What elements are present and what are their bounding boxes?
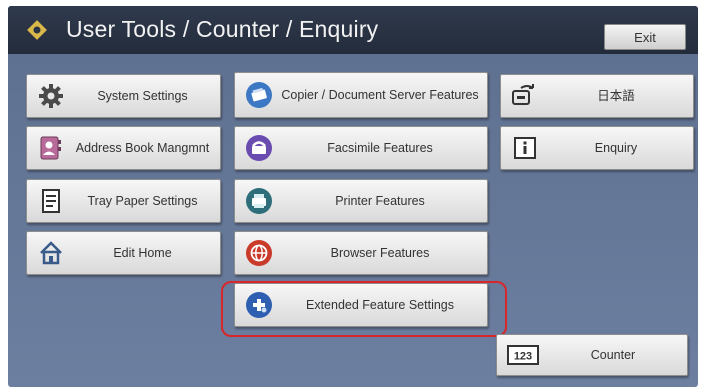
browser-features-button[interactable]: Browser Features — [234, 231, 488, 275]
facsimile-features-button[interactable]: Facsimile Features — [234, 126, 488, 170]
button-label: Copier / Document Server Features — [281, 88, 479, 102]
button-label: 日本語 — [597, 89, 635, 103]
home-icon — [37, 239, 65, 267]
exit-button[interactable]: Exit — [604, 24, 686, 50]
tray-paper-settings-button[interactable]: Tray Paper Settings — [26, 179, 221, 223]
copier-document-server-features-button[interactable]: Copier / Document Server Features — [234, 72, 488, 118]
highlight-box — [221, 281, 507, 337]
edit-home-button[interactable]: Edit Home — [26, 231, 221, 275]
button-label: Facsimile Features — [327, 141, 433, 155]
counter-button[interactable]: 123 Counter — [496, 334, 688, 376]
button-label: System Settings — [97, 89, 188, 103]
address-book-icon — [37, 134, 65, 162]
printer-icon — [245, 187, 273, 215]
title-bar: User Tools / Counter / Enquiry Exit — [8, 6, 698, 54]
fax-icon — [245, 134, 273, 162]
language-switch-icon — [511, 82, 539, 110]
control-panel-screen: User Tools / Counter / Enquiry Exit Syst… — [8, 6, 698, 387]
browser-icon — [245, 239, 273, 267]
counter-icon-text: 123 — [514, 351, 532, 363]
counter-icon: 123 — [507, 341, 539, 369]
system-settings-button[interactable]: System Settings — [26, 74, 221, 118]
user-tools-icon — [26, 19, 48, 41]
button-label: Counter — [590, 348, 636, 362]
button-label: Address Book Mangmnt — [75, 141, 210, 155]
address-book-button[interactable]: Address Book Mangmnt — [26, 126, 221, 170]
gear-icon — [37, 82, 65, 110]
printer-features-button[interactable]: Printer Features — [234, 179, 488, 223]
button-label: Edit Home — [113, 246, 172, 260]
button-label: Tray Paper Settings — [87, 194, 198, 208]
language-button[interactable]: 日本語 — [500, 74, 694, 118]
button-label: Printer Features — [335, 194, 425, 208]
page-title: User Tools / Counter / Enquiry — [66, 16, 379, 42]
copier-icon — [245, 81, 273, 109]
info-icon — [511, 134, 539, 162]
tray-paper-icon — [37, 187, 65, 215]
button-label: Browser Features — [330, 246, 430, 260]
enquiry-button[interactable]: Enquiry — [500, 126, 694, 170]
button-label: Enquiry — [594, 141, 638, 155]
